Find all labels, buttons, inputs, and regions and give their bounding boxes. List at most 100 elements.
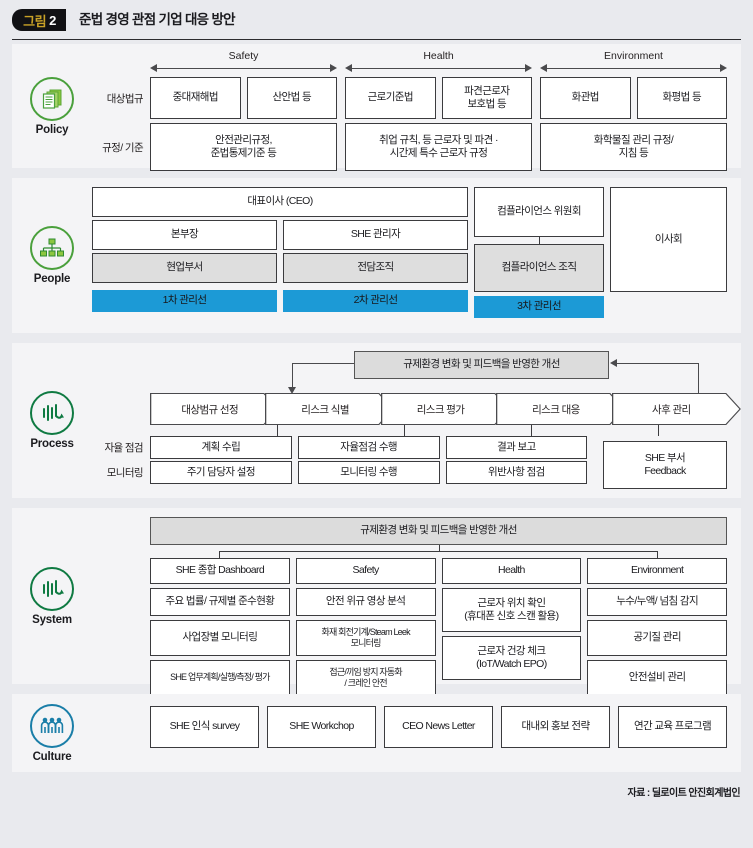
system-item[interactable]: 화재 회전기계/Steam Leek 모니터링	[295, 620, 436, 656]
system-column-header[interactable]: Safety	[295, 558, 436, 584]
system-column-dashboard: SHE 종합 Dashboard 주요 법률/ 규제별 준수현황 사업장별 모니…	[150, 558, 290, 696]
feedback-left-horizontal	[292, 363, 354, 364]
law-group-environment: 화관법 화평법 등	[540, 77, 727, 119]
system-item[interactable]: 누수/누액/ 넘침 감지	[587, 588, 727, 616]
process-step-chevrons: 대상범규 선정 리스크 식별 리스크 평가 리스크 대응 사후 관리	[150, 393, 741, 425]
people-box[interactable]: 본부장	[92, 220, 277, 250]
system-column-header[interactable]: Health	[441, 558, 582, 584]
control-line-box[interactable]: 2차 관리선	[283, 290, 468, 312]
she-feedback-box[interactable]: SHE 부서 Feedback	[603, 441, 727, 489]
process-cell[interactable]: 자율점검 수행	[297, 436, 440, 459]
figure-badge-word: 그림	[23, 13, 47, 29]
system-item[interactable]: 공기질 관리	[587, 620, 727, 656]
process-cell[interactable]: 결과 보고	[445, 436, 588, 459]
system-item[interactable]: 안전설비 관리	[587, 660, 727, 696]
page-title: 준법 경영 관점 기업 대응 방안	[79, 12, 236, 27]
compliance-org-box[interactable]: 컴플라이언스 조직	[474, 244, 604, 292]
law-group-safety: 중대재해법 산안법 등	[150, 77, 337, 119]
culture-item[interactable]: SHE 인식 survey	[150, 706, 259, 748]
system-item[interactable]: 사업장별 모니터링	[150, 620, 290, 656]
process-improvement-box[interactable]: 규제환경 변화 및 피드백을 반영한 개선	[354, 351, 609, 379]
range-arrow	[345, 63, 532, 73]
system-item[interactable]: 주요 법률/ 규제별 준수현황	[150, 588, 290, 616]
process-icon-group: Process	[12, 343, 92, 498]
culture-item[interactable]: SHE Workchop	[267, 706, 376, 748]
system-content: 규제환경 변화 및 피드백을 반영한 개선 SHE 종합 Dashboard 주…	[92, 508, 741, 696]
people-content: 대표이사 (CEO) 본부장 SHE 관리자 현업부서 전담조직 1차 관리선 …	[92, 178, 741, 333]
law-box[interactable]: 중대재해법	[150, 77, 241, 119]
culture-icon-group: Culture	[12, 694, 92, 772]
system-item[interactable]: 안전 위규 영상 분석	[295, 588, 436, 616]
category-label: Environment	[604, 50, 663, 62]
process-step-label: 대상범규 선정	[181, 403, 239, 416]
system-item[interactable]: 근로자 위치 확인 (휴대폰 신호 스캔 활용)	[441, 588, 582, 632]
feedback-left-vertical	[292, 363, 293, 389]
culture-item[interactable]: CEO News Letter	[384, 706, 493, 748]
policy-category-safety: Safety	[150, 50, 337, 73]
range-arrow	[150, 63, 337, 73]
process-cell[interactable]: 주기 담당자 설정	[150, 461, 292, 484]
system-item[interactable]: SHE 업무계획/실행/측정/ 평가	[150, 660, 290, 696]
section-system: System 규제환경 변화 및 피드백을 반영한 개선 SHE 종합 Dash…	[12, 508, 741, 696]
feedback-right-arrowhead	[610, 359, 617, 367]
process-content: 규제환경 변화 및 피드백을 반영한 개선 대상범규 선정 리스크 식별 리스크…	[92, 343, 741, 498]
system-column-header[interactable]: SHE 종합 Dashboard	[150, 558, 290, 584]
standard-box[interactable]: 화학물질 관리 규정/ 지침 등	[540, 123, 727, 171]
law-box[interactable]: 화평법 등	[636, 77, 727, 119]
category-label: Safety	[228, 50, 259, 62]
three-people-icon	[30, 703, 74, 748]
policy-label: Policy	[35, 123, 69, 136]
process-wave-icon	[30, 391, 74, 435]
standard-box[interactable]: 취업 규칙, 등 근로자 및 파견 · 시간제 특수 근로자 규정	[345, 123, 532, 171]
compliance-committee-box[interactable]: 컴플라이언스 위원회	[474, 187, 604, 237]
control-line-box[interactable]: 3차 관리선	[474, 296, 604, 318]
system-item[interactable]: 접근/끼임 방지 자동화 / 크레인 안전	[295, 660, 436, 696]
people-control-lines: 1차 관리선 2차 관리선	[92, 290, 468, 312]
standard-box[interactable]: 안전관리규정, 준법통제기준 등	[150, 123, 337, 171]
people-box[interactable]: 현업부서	[92, 253, 277, 283]
people-mid-row: 본부장 SHE 관리자	[92, 220, 468, 250]
people-board-column: 이사회	[610, 187, 727, 318]
process-step[interactable]: 사후 관리	[611, 393, 741, 425]
control-line-box[interactable]: 1차 관리선	[92, 290, 277, 312]
feedback-right-vertical	[698, 363, 699, 397]
system-item[interactable]: 근로자 건강 체크 (IoT/Watch EPO)	[441, 636, 582, 680]
section-process: Process 규제환경 변화 및 피드백을 반영한 개선 대상범규 선정 리스…	[12, 343, 741, 498]
process-cell[interactable]: 모니터링 수행	[297, 461, 440, 484]
process-step-label: 리스크 대응	[532, 403, 580, 416]
feedback-right-horizontal	[614, 363, 699, 364]
policy-row-label-standards: 규정/ 기준	[102, 141, 143, 154]
process-step[interactable]: 리스크 식별	[265, 393, 395, 425]
policy-content: Safety Health Environment 대상법규 중대재해법 산안법…	[92, 44, 741, 171]
law-box[interactable]: 산안법 등	[246, 77, 337, 119]
policy-category-headers: Safety Health Environment	[150, 50, 727, 73]
documents-stack-icon	[30, 76, 74, 121]
law-box[interactable]: 파견근로자 보호법 등	[441, 77, 532, 119]
people-box[interactable]: 전담조직	[283, 253, 468, 283]
process-step[interactable]: 리스크 대응	[496, 393, 626, 425]
culture-item[interactable]: 대내외 홍보 전략	[501, 706, 610, 748]
section-policy: Policy Safety Health Environment 대상법규 중대…	[12, 44, 741, 171]
process-cell[interactable]: 계획 수립	[150, 436, 292, 459]
culture-item[interactable]: 연간 교육 프로그램	[618, 706, 727, 748]
system-wave-icon	[30, 566, 74, 611]
people-compliance-column: 컴플라이언스 위원회 컴플라이언스 조직 3차 관리선	[474, 187, 604, 318]
range-arrow	[540, 63, 727, 73]
policy-row-standards: 규정/ 기준 안전관리규정, 준법통제기준 등 취업 규칙, 등 근로자 및 파…	[92, 123, 727, 171]
process-step[interactable]: 대상범규 선정	[150, 393, 279, 425]
board-box[interactable]: 이사회	[610, 187, 727, 292]
system-improvement-box[interactable]: 규제환경 변화 및 피드백을 반영한 개선	[150, 517, 727, 545]
figure-badge: 그림 2	[12, 9, 66, 31]
system-tree-connectors	[150, 545, 727, 558]
policy-row-laws: 대상법규 중대재해법 산안법 등 근로기준법 파견근로자 보호법 등 화관법 화…	[92, 77, 727, 119]
law-box[interactable]: 근로기준법	[345, 77, 436, 119]
ceo-box[interactable]: 대표이사 (CEO)	[92, 187, 468, 217]
law-box[interactable]: 화관법	[540, 77, 631, 119]
process-cell[interactable]: 위반사항 점검	[445, 461, 588, 484]
process-step-label: 리스크 평가	[416, 403, 465, 416]
system-column-header[interactable]: Environment	[587, 558, 727, 584]
process-step-label: 리스크 식별	[301, 403, 349, 416]
process-step[interactable]: 리스크 평가	[380, 393, 510, 425]
culture-content: SHE 인식 survey SHE Workchop CEO News Lett…	[92, 694, 741, 772]
people-box[interactable]: SHE 관리자	[283, 220, 468, 250]
